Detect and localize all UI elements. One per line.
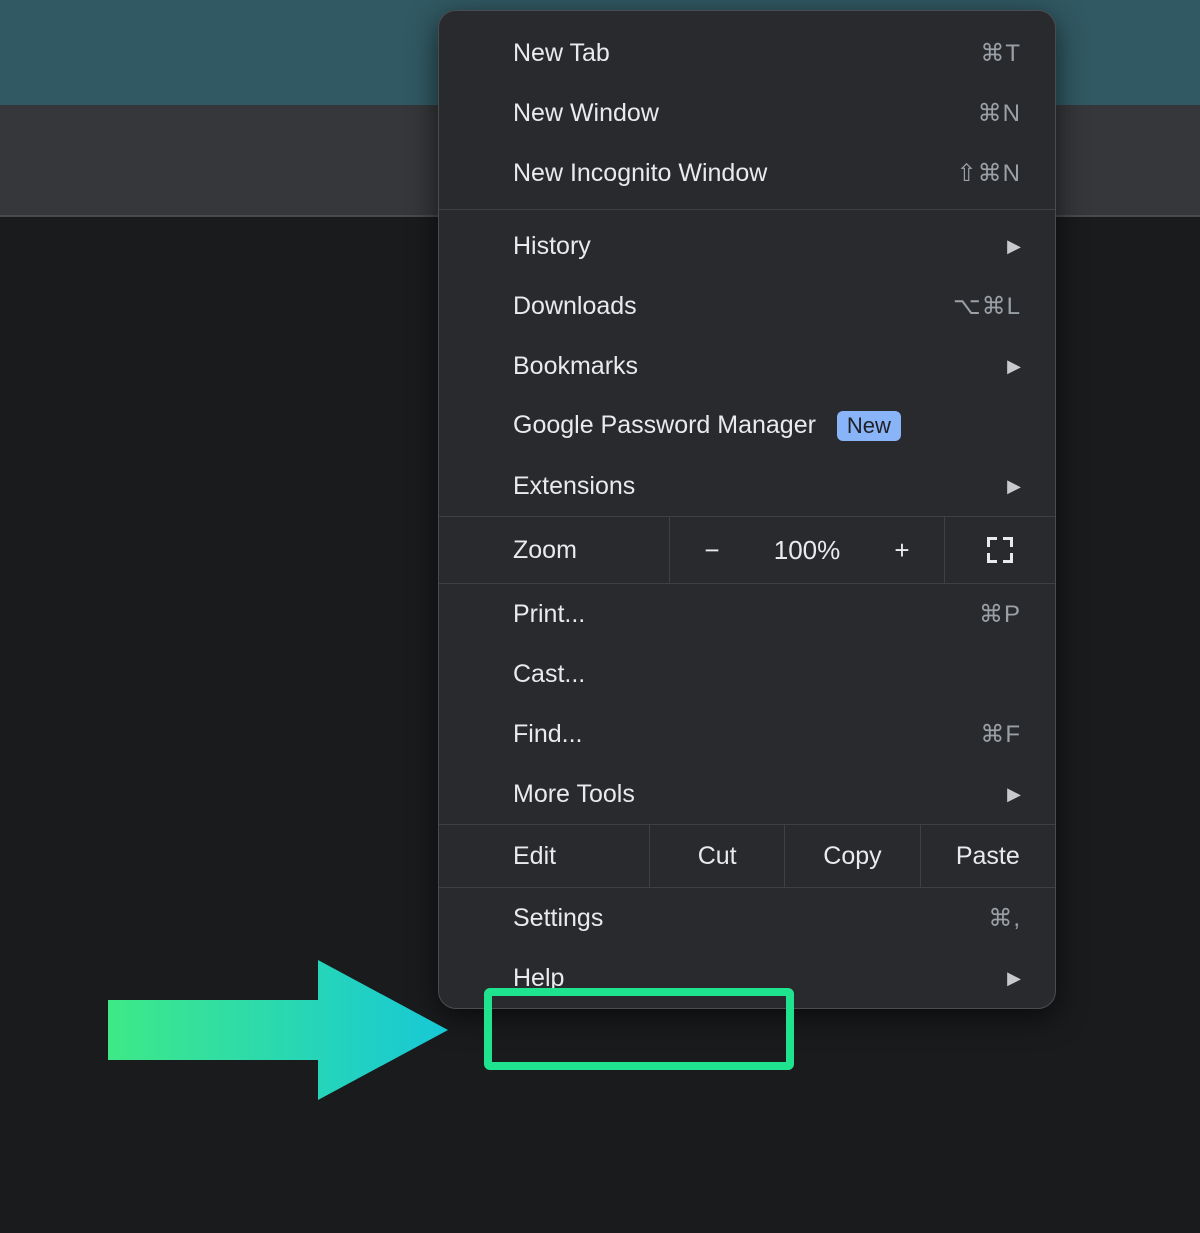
chevron-right-icon: ▶ xyxy=(1007,356,1021,377)
menu-item-label: Cast... xyxy=(513,660,585,689)
menu-edit-row: Edit Cut Copy Paste xyxy=(439,824,1055,888)
menu-item-cast[interactable]: Cast... xyxy=(439,644,1055,704)
menu-item-shortcut: ⌘N xyxy=(978,99,1021,128)
chevron-right-icon: ▶ xyxy=(1007,476,1021,497)
menu-item-new-incognito[interactable]: New Incognito Window ⇧⌘N xyxy=(439,143,1055,203)
edit-label: Edit xyxy=(439,825,649,887)
menu-zoom-row: Zoom − 100% + xyxy=(439,516,1055,584)
new-badge: New xyxy=(837,411,901,441)
browser-overflow-menu: New Tab ⌘T New Window ⌘N New Incognito W… xyxy=(438,10,1056,1009)
zoom-label: Zoom xyxy=(439,517,669,583)
menu-item-bookmarks[interactable]: Bookmarks ▶ xyxy=(439,336,1055,396)
menu-item-help[interactable]: Help ▶ xyxy=(439,948,1055,1008)
menu-item-password-manager[interactable]: Google Password Manager New xyxy=(439,396,1055,456)
zoom-controls: − 100% + xyxy=(669,517,945,583)
menu-item-shortcut: ⌥⌘L xyxy=(953,292,1021,321)
menu-item-settings[interactable]: Settings ⌘, xyxy=(439,888,1055,948)
menu-item-extensions[interactable]: Extensions ▶ xyxy=(439,456,1055,516)
annotation-arrow xyxy=(108,940,458,1120)
edit-copy-button[interactable]: Copy xyxy=(784,825,919,887)
zoom-out-button[interactable]: − xyxy=(694,535,730,566)
menu-item-print[interactable]: Print... ⌘P xyxy=(439,584,1055,644)
menu-item-label: New Window xyxy=(513,99,659,128)
edit-cut-button[interactable]: Cut xyxy=(649,825,784,887)
menu-item-label: Print... xyxy=(513,600,585,629)
menu-item-shortcut: ⌘P xyxy=(979,600,1021,629)
chevron-right-icon: ▶ xyxy=(1007,236,1021,257)
menu-item-more-tools[interactable]: More Tools ▶ xyxy=(439,764,1055,824)
zoom-in-button[interactable]: + xyxy=(884,535,920,566)
menu-item-shortcut: ⇧⌘N xyxy=(957,159,1021,188)
menu-item-downloads[interactable]: Downloads ⌥⌘L xyxy=(439,276,1055,336)
menu-item-label: Find... xyxy=(513,720,582,749)
menu-item-label: History xyxy=(513,232,591,261)
chevron-right-icon: ▶ xyxy=(1007,784,1021,805)
menu-separator xyxy=(439,209,1055,210)
menu-item-find[interactable]: Find... ⌘F xyxy=(439,704,1055,764)
chevron-right-icon: ▶ xyxy=(1007,968,1021,989)
menu-item-shortcut: ⌘T xyxy=(980,39,1021,68)
menu-item-label: New Incognito Window xyxy=(513,159,767,188)
menu-item-label: More Tools xyxy=(513,780,635,809)
fullscreen-icon xyxy=(987,537,1013,563)
menu-item-shortcut: ⌘F xyxy=(980,720,1021,749)
menu-item-label: Bookmarks xyxy=(513,352,638,381)
menu-item-label-wrap: Google Password Manager New xyxy=(513,411,901,441)
menu-item-shortcut: ⌘, xyxy=(988,904,1021,933)
fullscreen-button[interactable] xyxy=(945,517,1055,583)
menu-item-history[interactable]: History ▶ xyxy=(439,216,1055,276)
menu-item-new-tab[interactable]: New Tab ⌘T xyxy=(439,23,1055,83)
edit-paste-button[interactable]: Paste xyxy=(920,825,1055,887)
menu-item-label: Help xyxy=(513,964,564,993)
menu-item-label: New Tab xyxy=(513,39,610,68)
menu-item-label: Settings xyxy=(513,904,603,933)
menu-item-new-window[interactable]: New Window ⌘N xyxy=(439,83,1055,143)
menu-item-label: Google Password Manager xyxy=(513,411,816,439)
zoom-value: 100% xyxy=(762,535,852,566)
menu-item-label: Downloads xyxy=(513,292,637,321)
menu-item-label: Extensions xyxy=(513,472,635,501)
